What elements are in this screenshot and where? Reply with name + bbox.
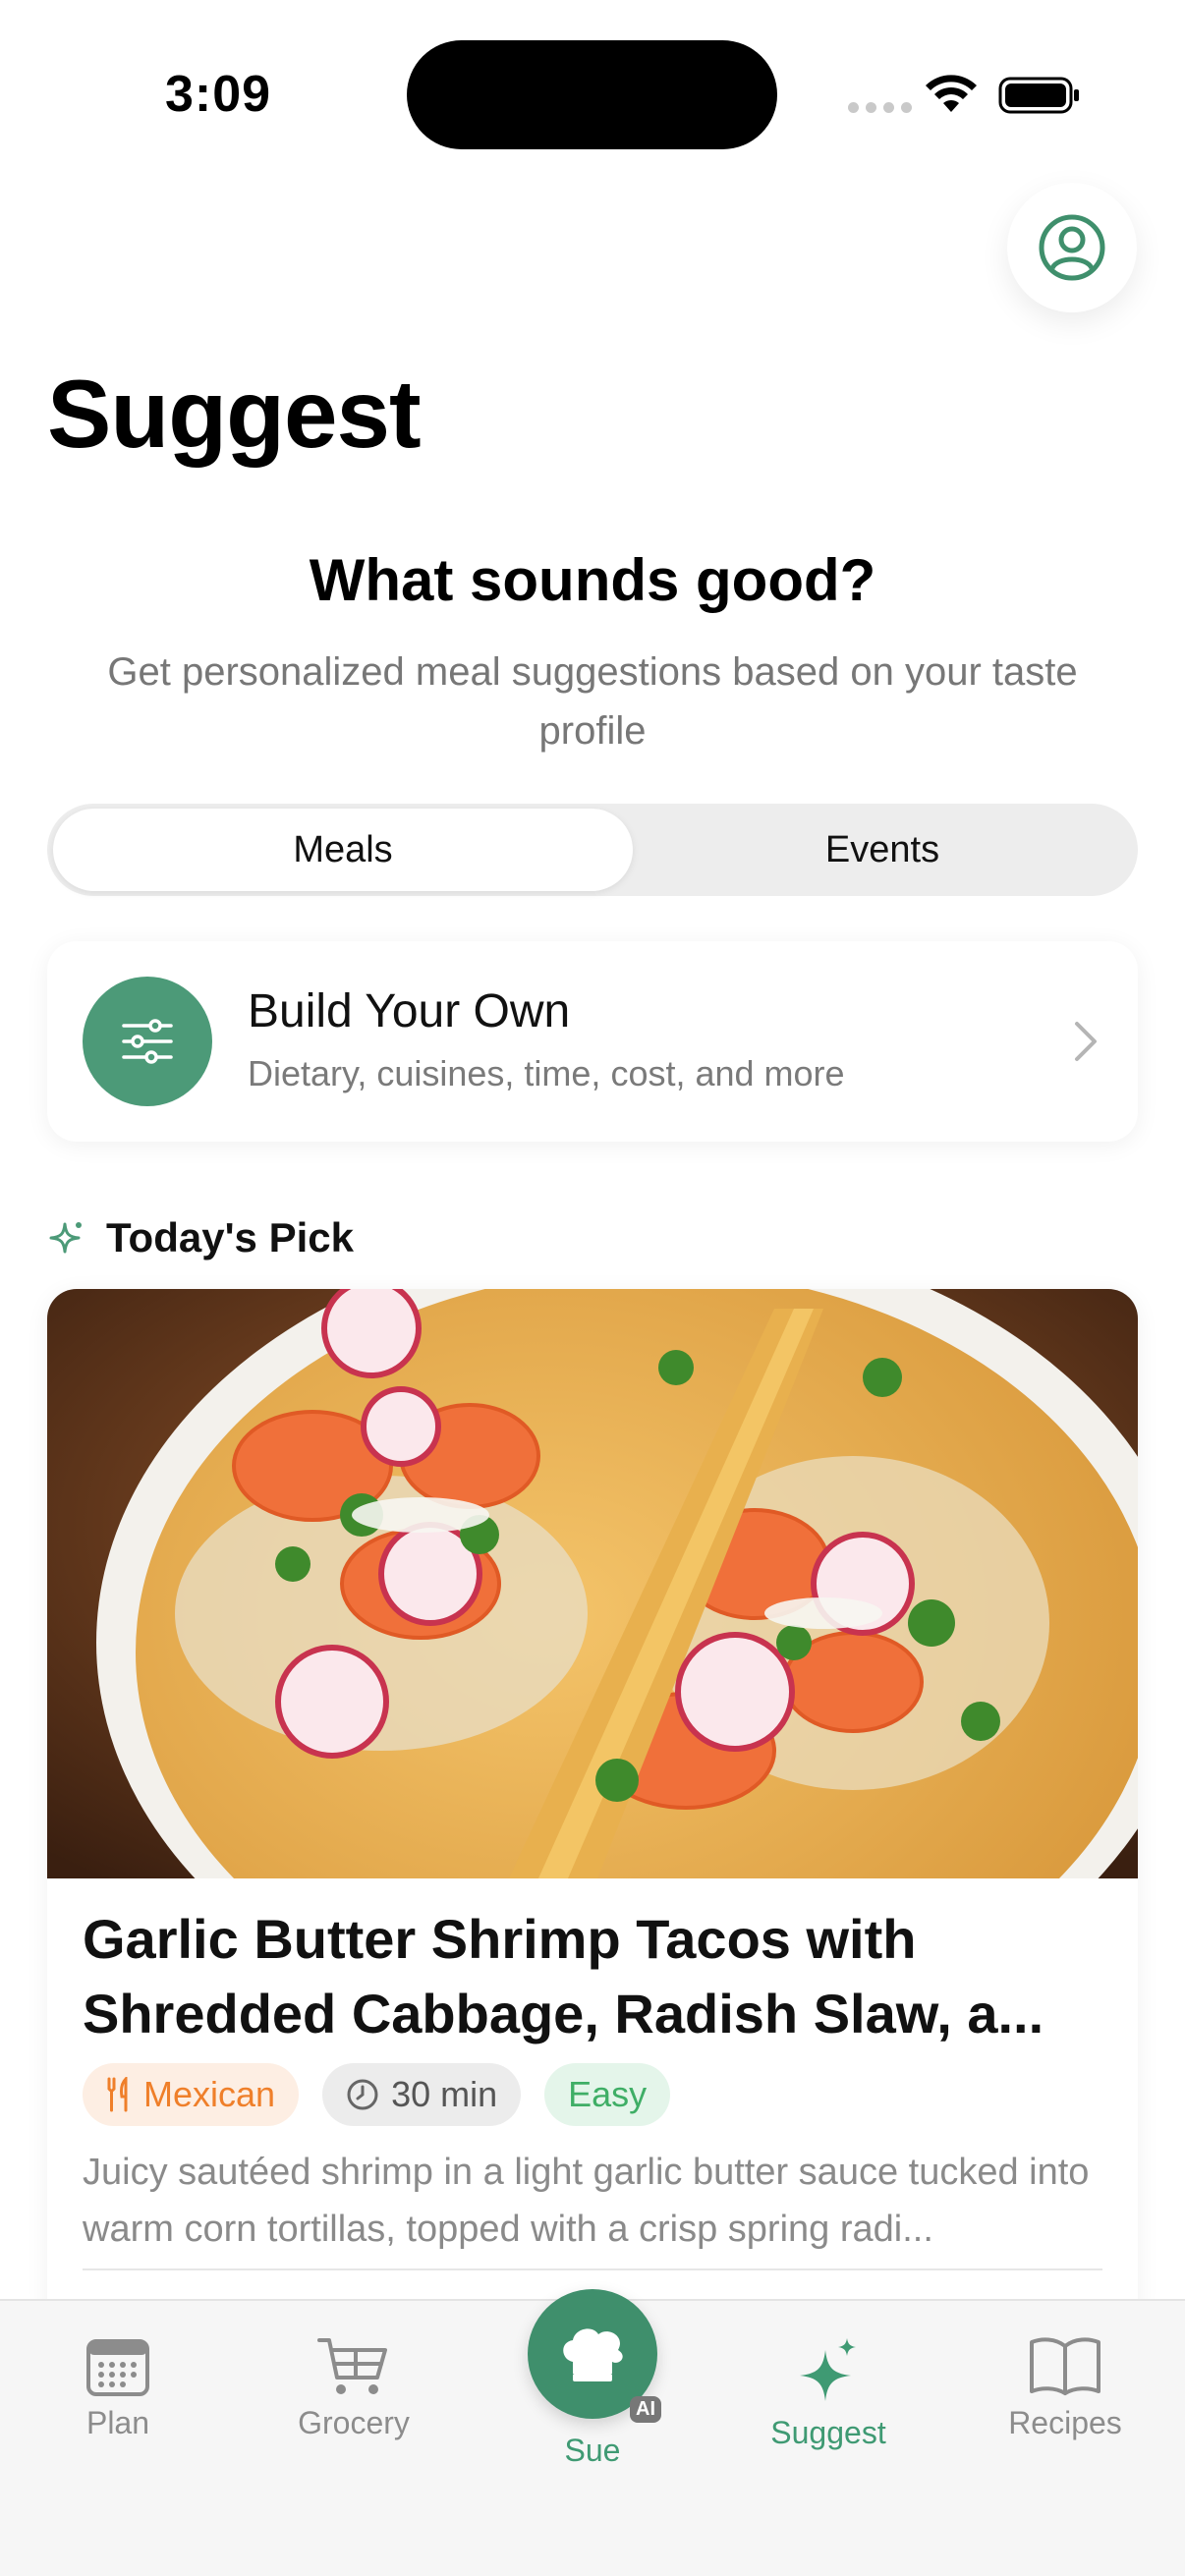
segment-events[interactable]: Events: [633, 809, 1132, 891]
tab-sue-label: Sue: [564, 2433, 621, 2468]
cart-icon: [317, 2338, 387, 2394]
todays-pick-label: Today's Pick: [106, 1214, 354, 1260]
tab-grocery-label: Grocery: [298, 2405, 410, 2440]
clock-icon: [347, 2079, 378, 2110]
tab-recipes-label: Recipes: [1008, 2405, 1122, 2440]
recipe-tags: Mexican 30 min Easy: [83, 2063, 671, 2126]
tab-bar: Plan Grocery AI Sue Suggest Recipes: [0, 2289, 1185, 2576]
wifi-icon: [926, 75, 977, 112]
meals-events-segmented-control: Meals Events: [47, 804, 1138, 896]
difficulty-tag-label: Easy: [568, 2074, 648, 2114]
hero-title: What sounds good?: [309, 547, 876, 613]
divider: [83, 2268, 1102, 2270]
difficulty-tag: Easy: [544, 2063, 671, 2126]
battery-icon: [998, 77, 1079, 114]
tab-recipes[interactable]: Recipes: [967, 2336, 1163, 2441]
sue-assistant-button[interactable]: AI: [528, 2289, 661, 2423]
build-card-title: Build Your Own: [248, 985, 571, 1037]
recipe-title: Garlic Butter Shrimp Tacos with Shredded…: [83, 1908, 1044, 2044]
sparkle-icon: [49, 1222, 82, 1254]
segment-meals[interactable]: Meals: [53, 809, 633, 891]
tab-plan[interactable]: Plan: [20, 2336, 216, 2441]
fork-knife-icon: [107, 2077, 128, 2112]
tab-plan-label: Plan: [85, 2405, 150, 2440]
ai-badge: AI: [630, 2396, 661, 2423]
book-icon: [1030, 2337, 1100, 2395]
time-tag-label: 30 min: [391, 2074, 498, 2114]
tab-sue[interactable]: AI Sue: [494, 2289, 691, 2469]
cuisine-tag: Mexican: [83, 2063, 300, 2126]
build-card-subtitle: Dietary, cuisines, time, cost, and more: [248, 1053, 845, 1093]
build-your-own-card[interactable]: Build Your Own Dietary, cuisines, time, …: [47, 941, 1138, 1142]
signal-icon: [848, 102, 912, 113]
user-icon: [1039, 214, 1105, 281]
tab-suggest-label: Suggest: [770, 2415, 886, 2450]
profile-button[interactable]: [1007, 183, 1137, 312]
sparkles-icon: [800, 2338, 856, 2401]
status-time: 3:09: [165, 66, 272, 123]
page-title: Suggest: [47, 360, 422, 468]
time-tag: 30 min: [322, 2063, 522, 2126]
tab-suggest[interactable]: Suggest: [730, 2336, 927, 2451]
recipe-card[interactable]: Garlic Butter Shrimp Tacos with Shredded…: [47, 1289, 1138, 2330]
chevron-right-icon: [1075, 1022, 1097, 1061]
cuisine-tag-label: Mexican: [143, 2074, 276, 2114]
recipe-photo: [47, 1289, 1138, 1878]
todays-pick-header: Today's Pick: [47, 1214, 354, 1261]
status-bar: 3:09: [0, 0, 1185, 187]
recipe-description: Juicy sautéed shrimp in a light garlic b…: [83, 2152, 1090, 2250]
filter-sliders-icon: [83, 977, 212, 1106]
chef-hat-icon: [563, 2328, 623, 2381]
calendar-icon: [86, 2339, 149, 2396]
dynamic-island: [407, 40, 777, 149]
tab-grocery[interactable]: Grocery: [255, 2336, 452, 2441]
hero-subtitle: Get personalized meal suggestions based …: [107, 650, 1078, 753]
